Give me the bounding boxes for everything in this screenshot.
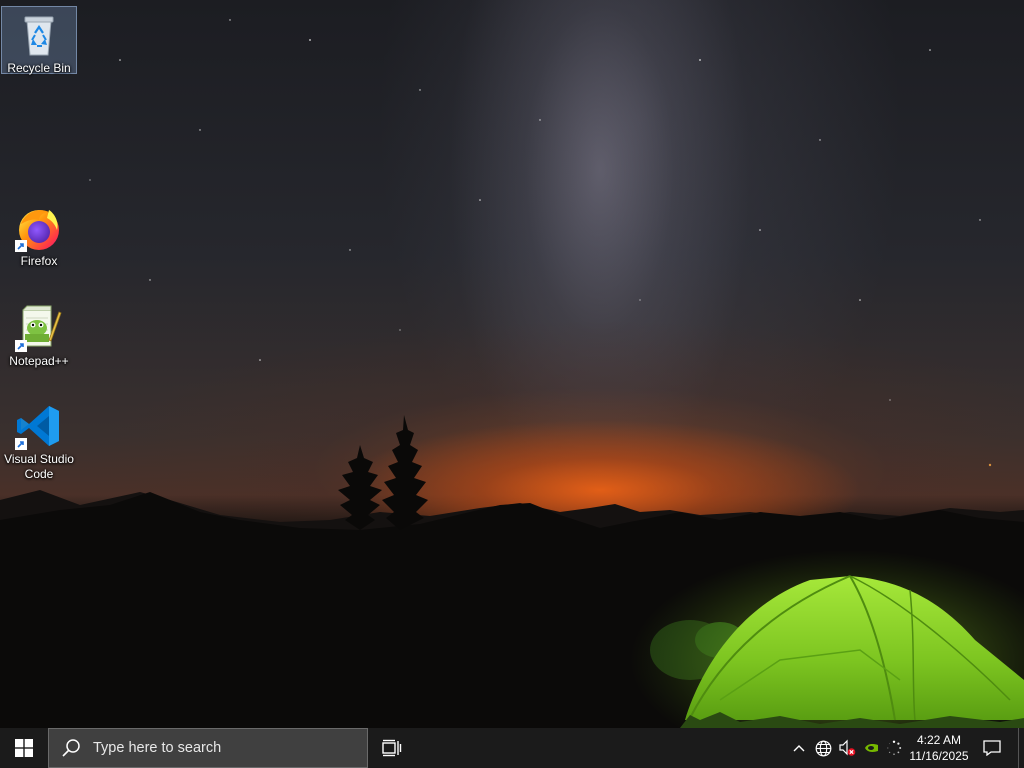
loading-tray-button[interactable] bbox=[884, 728, 904, 768]
task-view-icon bbox=[382, 739, 402, 757]
clock-time: 4:22 AM bbox=[916, 733, 962, 747]
chevron-up-icon bbox=[793, 745, 805, 752]
desktop-icon-label: Firefox bbox=[20, 254, 58, 268]
wallpaper-scene bbox=[0, 19, 1024, 728]
speaker-muted-icon bbox=[839, 739, 856, 756]
desktop-icon-notepad-plus-plus[interactable]: Notepad++ bbox=[1, 300, 77, 369]
desktop-icon-firefox[interactable]: Firefox bbox=[1, 200, 77, 269]
desktop-icon-label: Visual Studio Code bbox=[4, 452, 74, 481]
search-icon bbox=[62, 739, 80, 757]
taskbar: 4:22 AM 11/16/2025 bbox=[0, 728, 1024, 768]
task-view-button[interactable] bbox=[369, 728, 415, 768]
show-hidden-icons-button[interactable] bbox=[788, 728, 810, 768]
volume-tray-button[interactable] bbox=[836, 728, 858, 768]
nvidia-tray-button[interactable] bbox=[860, 728, 882, 768]
shortcut-arrow-icon bbox=[15, 240, 27, 252]
desktop-background[interactable]: Recycle Bin Firefox Notepad++ Visual Stu… bbox=[0, 0, 1024, 728]
network-tray-button[interactable] bbox=[812, 728, 834, 768]
desktop-icon-recycle-bin[interactable]: Recycle Bin bbox=[1, 6, 77, 75]
nvidia-icon bbox=[865, 744, 878, 752]
taskbar-clock[interactable]: 4:22 AM 11/16/2025 bbox=[904, 728, 974, 768]
action-center-icon bbox=[983, 740, 1001, 756]
loading-spinner-icon bbox=[887, 740, 902, 755]
search-box[interactable] bbox=[48, 728, 368, 768]
action-center-button[interactable] bbox=[978, 728, 1006, 768]
desktop-icon-label: Notepad++ bbox=[9, 354, 69, 368]
shortcut-arrow-icon bbox=[15, 438, 27, 450]
globe-network-icon bbox=[815, 740, 831, 756]
show-desktop-button[interactable] bbox=[1018, 728, 1024, 768]
windows-logo-icon bbox=[15, 739, 33, 757]
stars bbox=[89, 19, 992, 467]
search-input[interactable] bbox=[91, 739, 345, 757]
start-button[interactable] bbox=[0, 728, 48, 768]
shortcut-arrow-icon bbox=[15, 340, 27, 352]
firefox-icon bbox=[15, 204, 63, 252]
desktop-icon-label: Recycle Bin bbox=[7, 61, 71, 75]
recycle-bin-icon bbox=[15, 11, 63, 59]
notepad-plus-plus-icon bbox=[15, 304, 63, 352]
vscode-icon bbox=[15, 402, 63, 450]
clock-date: 11/16/2025 bbox=[909, 749, 969, 763]
desktop-icon-visual-studio-code[interactable]: Visual Studio Code bbox=[1, 398, 77, 482]
